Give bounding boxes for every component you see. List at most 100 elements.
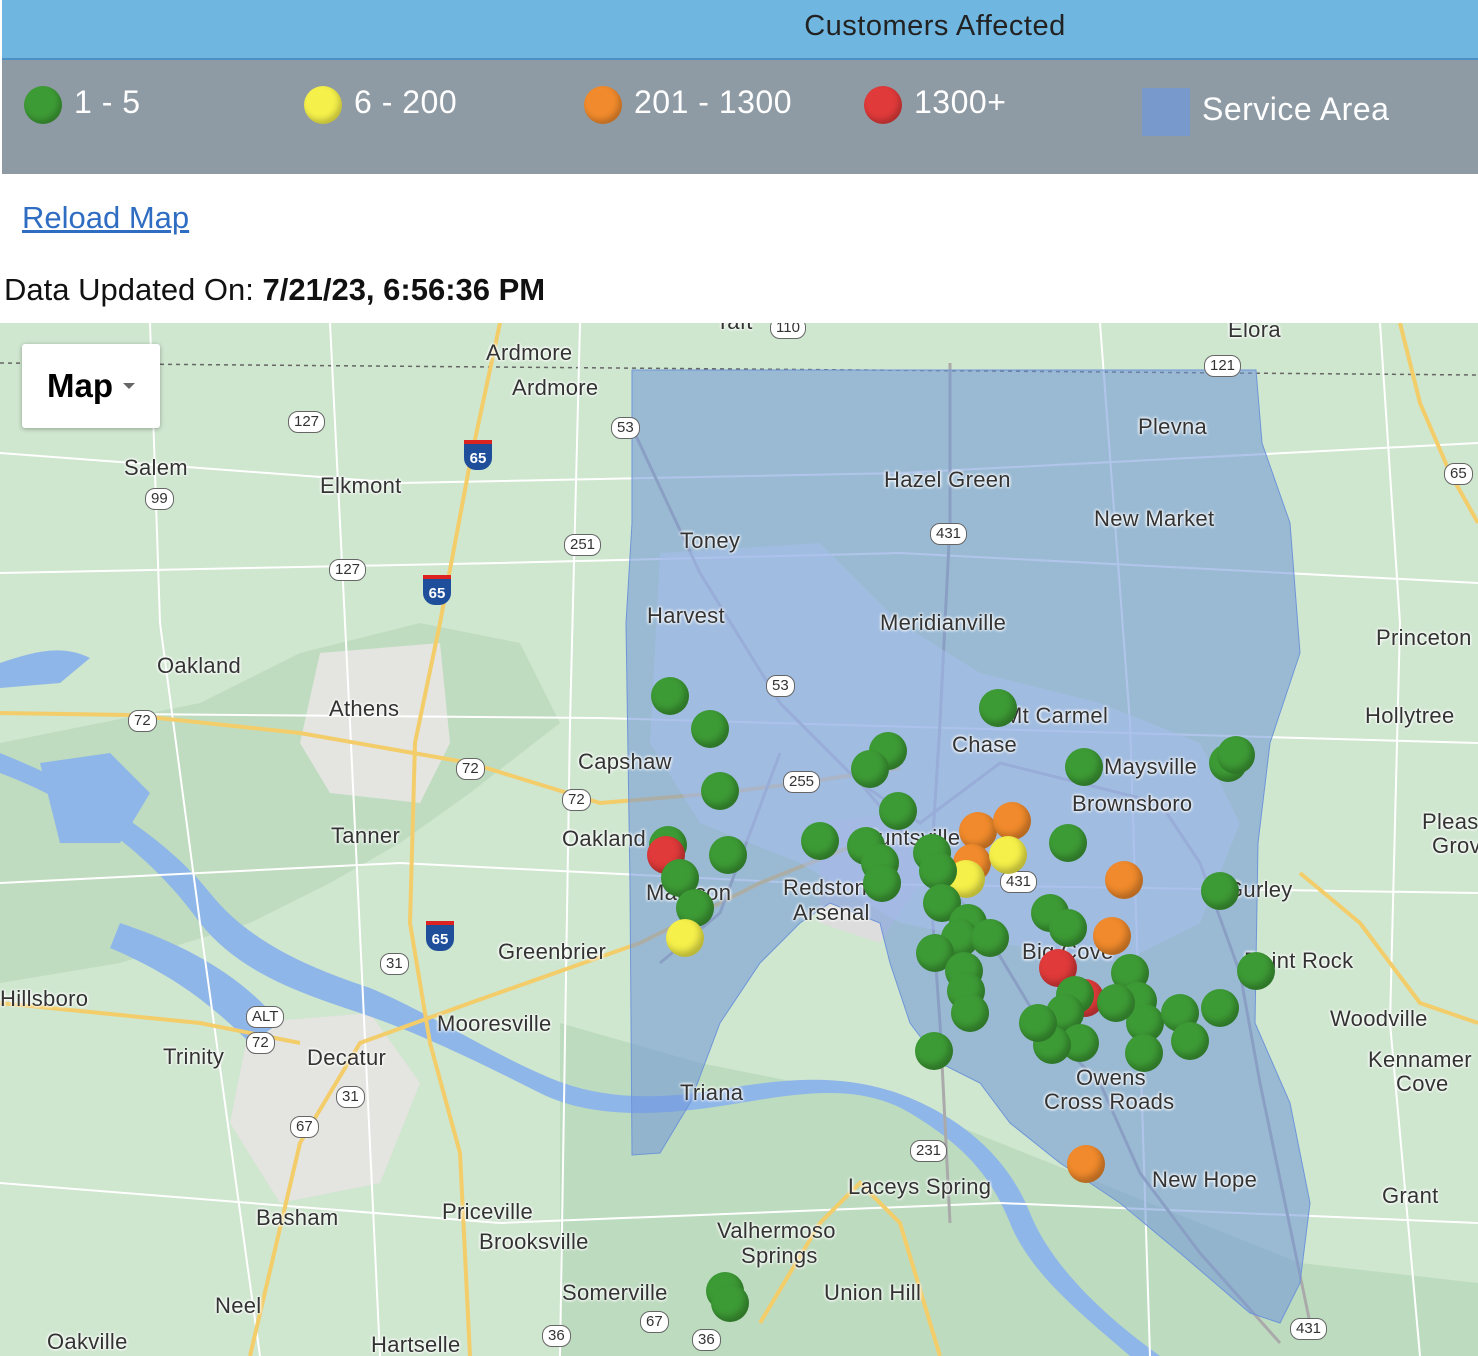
place-label: Capshaw — [578, 749, 672, 774]
outage-marker[interactable] — [915, 1032, 953, 1070]
outage-marker[interactable] — [1049, 824, 1087, 862]
place-label: Hillsboro — [0, 986, 89, 1011]
outage-marker[interactable] — [1093, 917, 1131, 955]
outage-marker[interactable] — [1125, 1034, 1163, 1072]
outage-marker[interactable] — [1201, 872, 1239, 910]
place-label: Meridianville — [880, 610, 1007, 635]
orange-dot-icon — [584, 86, 622, 124]
place-label: Maysville — [1104, 754, 1198, 779]
route-shield: 99 — [145, 488, 174, 510]
route-shield: 251 — [564, 534, 602, 556]
outage-marker[interactable] — [951, 994, 989, 1032]
place-label: Arsenal — [793, 900, 870, 925]
route-shield: 72 — [562, 789, 591, 811]
place-label: Brooksville — [479, 1229, 589, 1254]
red-dot-icon — [864, 86, 902, 124]
yellow-dot-icon — [304, 86, 342, 124]
legend-item-1-5: 1 - 5 — [24, 80, 141, 124]
outage-marker[interactable] — [1019, 1004, 1057, 1042]
outage-marker[interactable] — [1171, 1022, 1209, 1060]
place-label: Greenbrier — [498, 939, 607, 964]
place-label: Cross Roads — [1044, 1089, 1175, 1114]
interstate-shield-icon: 65 — [464, 440, 492, 470]
place-label: New Market — [1094, 506, 1215, 531]
place-label: Valhermoso — [717, 1218, 836, 1243]
outage-marker[interactable] — [711, 1284, 749, 1322]
outage-map[interactable]: Map Ardmore Ardmore Salem Elkmont Hazel … — [0, 323, 1478, 1356]
place-label: Priceville — [442, 1199, 534, 1224]
outage-marker[interactable] — [879, 792, 917, 830]
outage-marker[interactable] — [801, 822, 839, 860]
place-label: Laceys Spring — [848, 1174, 992, 1199]
legend-header: Customers Affected — [2, 0, 1478, 60]
outage-marker[interactable] — [1105, 861, 1143, 899]
place-label: Oakland — [157, 653, 242, 678]
outage-marker[interactable] — [1237, 952, 1275, 990]
legend-label: 201 - 1300 — [634, 83, 793, 120]
outage-marker[interactable] — [1217, 736, 1255, 774]
updated-label: Data Updated On: — [4, 272, 263, 307]
reload-map-link[interactable]: Reload Map — [22, 200, 189, 236]
place-label: Kennamer — [1368, 1047, 1472, 1072]
outage-marker[interactable] — [1201, 989, 1239, 1027]
route-shield: 72 — [246, 1032, 275, 1054]
place-label: Ardmore — [512, 375, 599, 400]
place-label: Neel — [215, 1293, 262, 1318]
outage-marker[interactable] — [709, 836, 747, 874]
outage-marker[interactable] — [863, 864, 901, 902]
place-label: Triana — [680, 1080, 744, 1105]
interstate-shield-icon: 65 — [423, 575, 451, 605]
map-type-dropdown[interactable]: Map — [22, 344, 160, 428]
outage-marker[interactable] — [1065, 748, 1103, 786]
route-shield: 72 — [128, 710, 157, 732]
place-label: Elkmont — [320, 473, 402, 498]
updated-timestamp: 7/21/23, 6:56:36 PM — [262, 272, 546, 307]
route-shield: 53 — [611, 417, 640, 439]
place-label: Oakland — [562, 826, 647, 851]
place-label: Trinity — [163, 1044, 225, 1069]
place-label: Oakville — [47, 1329, 128, 1354]
outage-marker[interactable] — [971, 919, 1009, 957]
route-shield: 127 — [288, 411, 326, 433]
place-label: Brownsboro — [1072, 791, 1193, 816]
place-label: Woodville — [1330, 1006, 1428, 1031]
outage-marker[interactable] — [1067, 1145, 1105, 1183]
route-shield: 53 — [766, 675, 795, 697]
place-label: Grant — [1382, 1183, 1439, 1208]
route-shield: 231 — [910, 1140, 948, 1162]
outage-marker[interactable] — [691, 710, 729, 748]
outage-marker[interactable] — [989, 836, 1027, 874]
header-title: Customers Affected — [804, 10, 1066, 42]
place-label: Elora — [1228, 323, 1281, 342]
outage-marker[interactable] — [651, 677, 689, 715]
place-label: Hazel Green — [884, 467, 1011, 492]
route-shield: 72 — [456, 758, 485, 780]
route-shield: 36 — [692, 1329, 721, 1351]
legend-label: 6 - 200 — [354, 83, 458, 120]
legend-label: 1 - 5 — [74, 83, 141, 120]
place-label: Athens — [329, 696, 400, 721]
legend-item-service-area: Service Area — [1142, 82, 1389, 136]
place-label: Harvest — [647, 603, 725, 628]
route-shield: 31 — [336, 1086, 365, 1108]
outage-marker[interactable] — [851, 750, 889, 788]
place-label: Toney — [680, 528, 741, 553]
route-shield: 255 — [783, 771, 821, 793]
place-label: Pleas — [1422, 809, 1478, 834]
outage-marker[interactable] — [993, 802, 1031, 840]
data-updated: Data Updated On: 7/21/23, 6:56:36 PM — [4, 272, 545, 308]
route-shield: 110 — [770, 323, 806, 339]
outage-marker[interactable] — [666, 919, 704, 957]
outage-marker[interactable] — [1049, 909, 1087, 947]
outage-marker[interactable] — [979, 689, 1017, 727]
route-shield: 36 — [542, 1325, 571, 1347]
legend-item-6-200: 6 - 200 — [304, 80, 457, 124]
place-label: Mooresville — [437, 1011, 552, 1036]
place-label: Hollytree — [1365, 703, 1455, 728]
place-label: Springs — [741, 1243, 818, 1268]
caret-down-icon — [123, 383, 135, 389]
place-label: Mt Carmel — [1004, 703, 1109, 728]
place-label: Grov — [1432, 833, 1478, 858]
outage-marker[interactable] — [1097, 984, 1135, 1022]
outage-marker[interactable] — [701, 772, 739, 810]
